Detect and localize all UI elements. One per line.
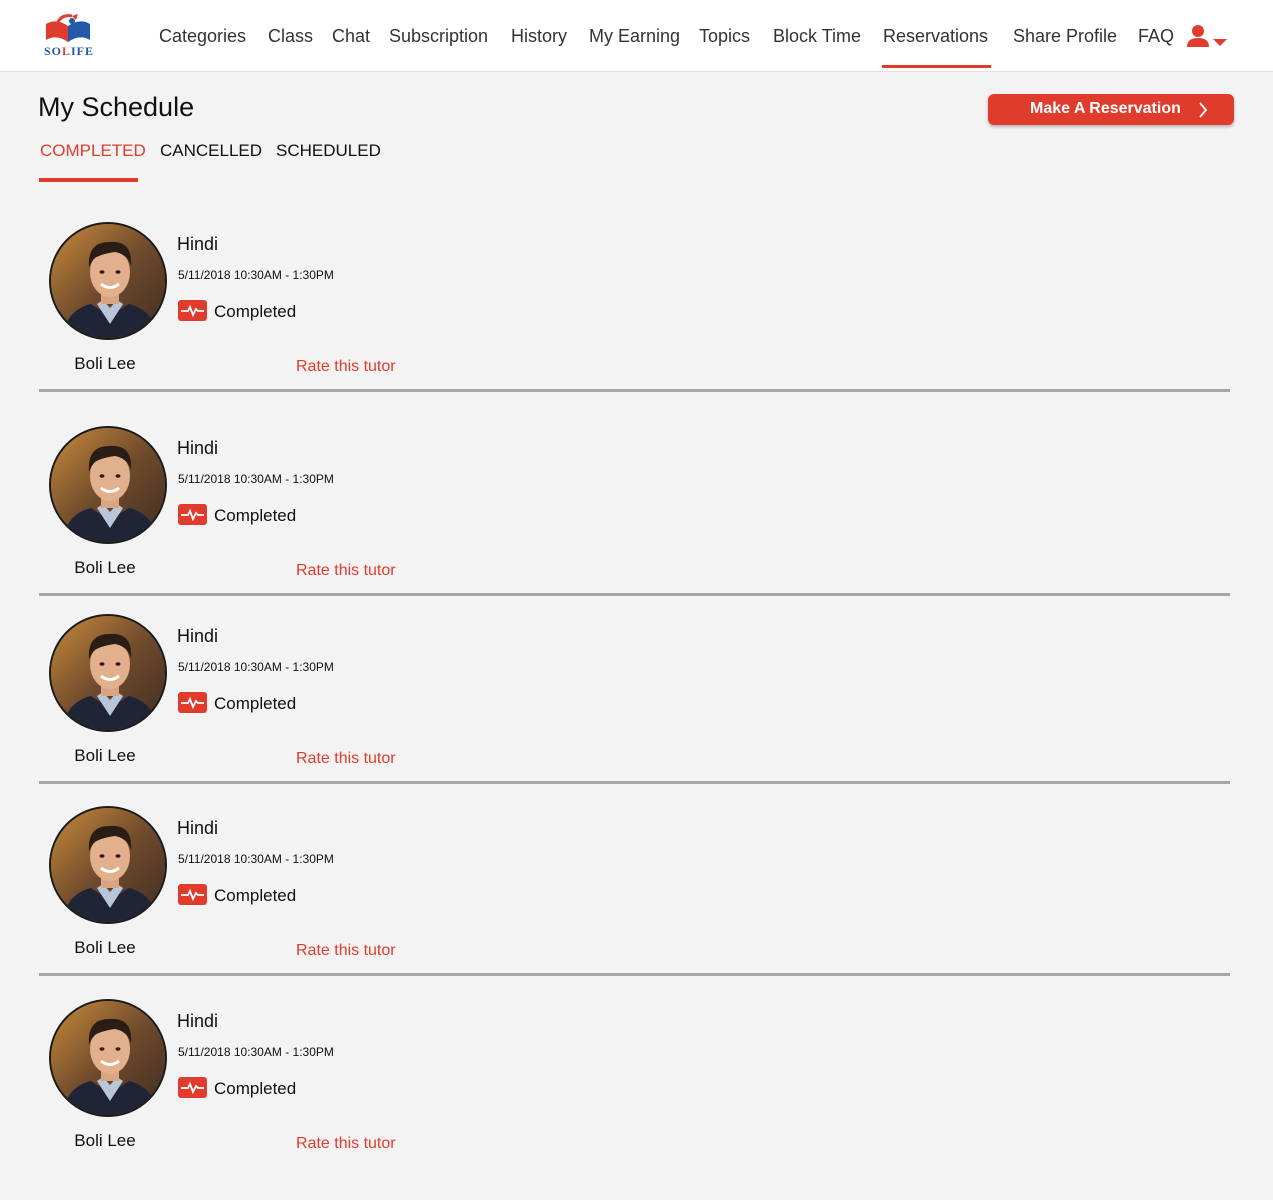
- tab-cancelled[interactable]: CANCELLED: [160, 141, 262, 161]
- session-subject: Hindi: [177, 234, 219, 254]
- session-status: Completed: [214, 302, 297, 321]
- user-icon: [1187, 25, 1209, 47]
- tutor-avatar: [49, 426, 167, 544]
- tutor-avatar: [49, 999, 167, 1117]
- session-row: Hindi 5/11/2018 10:30AM - 1:30PM Completed…: [0, 218, 1273, 398]
- nav-topics[interactable]: Topics: [699, 26, 750, 47]
- caret-down-icon: [1213, 39, 1227, 46]
- tutor-name: Boli Lee: [74, 558, 136, 577]
- session-status: Completed: [214, 506, 297, 525]
- session-datetime: 5/11/2018 10:30AM - 1:30PM: [178, 268, 334, 282]
- make-reservation-label: Make A Reservation: [1030, 100, 1181, 117]
- logo-text: SOLIFE: [43, 44, 95, 58]
- session-subject: Hindi: [177, 818, 219, 838]
- session-row: Hindi 5/11/2018 10:30AM - 1:30PM Completed…: [0, 610, 1273, 790]
- tutor-avatar: [49, 614, 167, 732]
- session-status: Completed: [214, 1079, 297, 1098]
- tutor-avatar: [49, 806, 167, 924]
- nav-block-time[interactable]: Block Time: [773, 26, 861, 47]
- row-divider: [39, 973, 1230, 976]
- make-reservation-button[interactable]: Make A Reservation: [988, 94, 1234, 125]
- rate-tutor-link[interactable]: Rate this tutor: [296, 358, 396, 376]
- row-divider: [39, 389, 1230, 392]
- session-row: Hindi 5/11/2018 10:30AM - 1:30PM Completed…: [0, 995, 1273, 1175]
- rate-tutor-link[interactable]: Rate this tutor: [296, 942, 396, 960]
- tab-scheduled[interactable]: SCHEDULED: [276, 141, 381, 161]
- session-datetime: 5/11/2018 10:30AM - 1:30PM: [178, 852, 334, 866]
- session-subject: Hindi: [177, 438, 219, 458]
- activity-icon: [178, 1077, 207, 1098]
- chevron-right-icon: [1199, 102, 1208, 118]
- page-title: My Schedule: [38, 92, 195, 122]
- session-datetime: 5/11/2018 10:30AM - 1:30PM: [178, 1045, 334, 1059]
- session-subject: Hindi: [177, 626, 219, 646]
- session-datetime: 5/11/2018 10:30AM - 1:30PM: [178, 660, 334, 674]
- tab-active-indicator: [39, 178, 138, 182]
- session-status: Completed: [214, 886, 297, 905]
- session-status: Completed: [214, 694, 297, 713]
- nav-faq[interactable]: FAQ: [1138, 26, 1174, 47]
- rate-tutor-link[interactable]: Rate this tutor: [296, 562, 396, 580]
- nav-reservations[interactable]: Reservations: [883, 26, 988, 47]
- tutor-name: Boli Lee: [74, 1131, 136, 1150]
- session-row: Hindi 5/11/2018 10:30AM - 1:30PM Completed…: [0, 802, 1273, 982]
- tutor-name: Boli Lee: [74, 746, 136, 765]
- rate-tutor-link[interactable]: Rate this tutor: [296, 750, 396, 768]
- user-menu[interactable]: [1186, 24, 1230, 50]
- nav-categories[interactable]: Categories: [159, 26, 246, 47]
- session-row: Hindi 5/11/2018 10:30AM - 1:30PM Completed…: [0, 422, 1273, 602]
- tab-completed[interactable]: COMPLETED: [40, 141, 146, 161]
- nav-active-indicator: [882, 65, 991, 68]
- nav-my-earning[interactable]: My Earning: [589, 26, 680, 47]
- book-logo-icon: [46, 14, 90, 42]
- activity-icon: [178, 300, 207, 321]
- rate-tutor-link[interactable]: Rate this tutor: [296, 1135, 396, 1153]
- nav-subscription[interactable]: Subscription: [389, 26, 488, 47]
- tutor-name: Boli Lee: [74, 354, 136, 373]
- top-navbar: SOLIFE Categories Class Chat Subscriptio…: [0, 0, 1273, 72]
- nav-history[interactable]: History: [511, 26, 567, 47]
- session-datetime: 5/11/2018 10:30AM - 1:30PM: [178, 472, 334, 486]
- activity-icon: [178, 884, 207, 905]
- row-divider: [39, 593, 1230, 596]
- nav-chat[interactable]: Chat: [332, 26, 370, 47]
- row-divider: [39, 781, 1230, 784]
- nav-share-profile[interactable]: Share Profile: [1013, 26, 1117, 47]
- activity-icon: [178, 692, 207, 713]
- tutor-name: Boli Lee: [74, 938, 136, 957]
- nav-class[interactable]: Class: [268, 26, 313, 47]
- tutor-avatar: [49, 222, 167, 340]
- session-subject: Hindi: [177, 1011, 219, 1031]
- activity-icon: [178, 504, 207, 525]
- solife-logo[interactable]: SOLIFE: [38, 12, 100, 60]
